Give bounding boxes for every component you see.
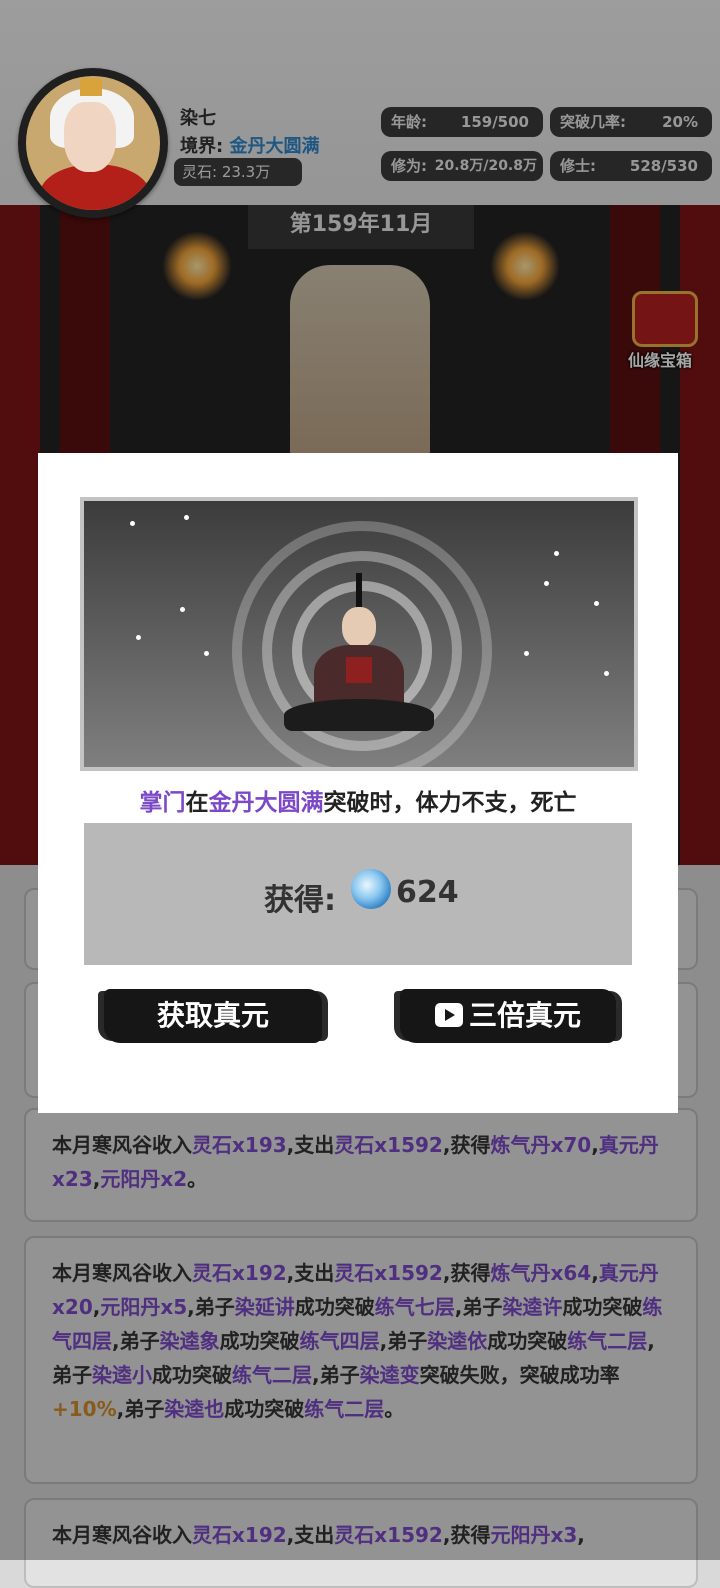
- death-message: 掌门在金丹大圆满突破时，体力不支，死亡: [139, 790, 577, 816]
- triple-essence-video-button[interactable]: 三倍真元: [400, 989, 616, 1043]
- breakthrough-death-dialog: 掌门在金丹大圆满突破时，体力不支，死亡 获得: 624 获取真元 三倍真元: [38, 453, 678, 1113]
- meditating-sect-master: [284, 567, 434, 737]
- true-essence-icon: [351, 869, 391, 909]
- collect-essence-label: 获取真元: [156, 999, 269, 1032]
- reward-amount: 624: [396, 875, 459, 910]
- meditation-illustration: [80, 497, 638, 771]
- collect-essence-button[interactable]: 获取真元: [104, 989, 322, 1043]
- triple-essence-label: 三倍真元: [468, 999, 581, 1032]
- video-play-icon: [434, 1003, 463, 1027]
- reward-panel: 获得: 624: [84, 823, 632, 965]
- avatar-portrait: [26, 76, 160, 210]
- player-avatar[interactable]: [18, 68, 168, 218]
- reward-label: 获得:: [264, 883, 336, 918]
